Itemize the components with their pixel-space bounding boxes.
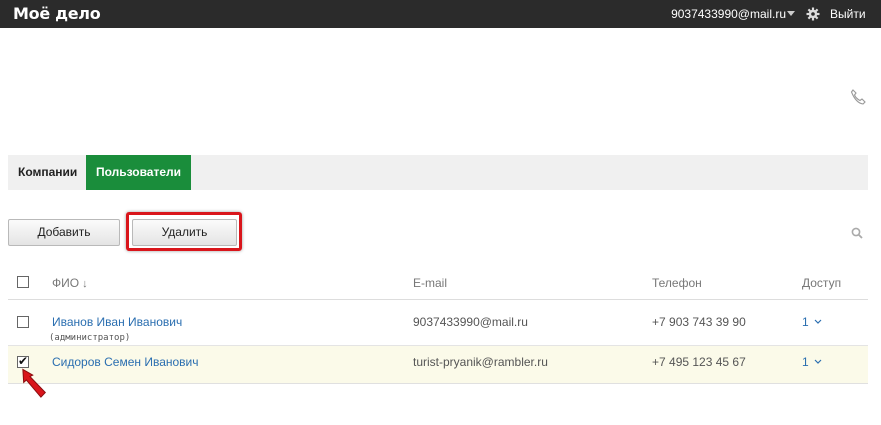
select-all-checkbox[interactable] (17, 276, 29, 288)
pointer-arrow-icon (22, 368, 46, 398)
top-bar: Моё дело 9037433990@mail.ru Выйти (0, 0, 881, 28)
chevron-down-icon[interactable] (787, 11, 795, 16)
user-name-link[interactable]: Иванов Иван Иванович (52, 315, 182, 329)
phone-icon[interactable] (850, 89, 866, 105)
column-email: E-mail (413, 276, 448, 290)
column-fio[interactable]: ФИО ↓ (52, 276, 88, 290)
tab-users[interactable]: Пользователи (86, 155, 191, 190)
access-level: 1 (802, 355, 809, 369)
table-row[interactable]: Иванов Иван Иванович (администратор) 903… (8, 306, 868, 346)
sort-arrow-icon: ↓ (82, 278, 88, 290)
user-email: 9037433990@mail.ru (413, 315, 528, 329)
access-level: 1 (802, 315, 809, 329)
user-name-link[interactable]: Сидоров Семен Иванович (52, 355, 199, 369)
user-role: (администратор) (49, 333, 131, 343)
gear-icon[interactable] (806, 7, 820, 21)
user-phone: +7 903 743 39 90 (652, 315, 746, 329)
user-phone: +7 495 123 45 67 (652, 355, 746, 369)
column-fio-label: ФИО (52, 276, 80, 290)
user-email: turist-pryanik@rambler.ru (413, 355, 548, 369)
logout-link[interactable]: Выйти (830, 7, 866, 21)
delete-button[interactable]: Удалить (132, 219, 237, 246)
chevron-down-icon (814, 319, 822, 324)
add-button[interactable]: Добавить (8, 219, 120, 246)
row-checkbox[interactable] (17, 316, 29, 328)
app-logo[interactable]: Моё дело (13, 4, 101, 23)
access-dropdown[interactable]: 1 (802, 355, 823, 369)
column-access: Доступ (802, 276, 842, 290)
access-dropdown[interactable]: 1 (802, 315, 823, 329)
tab-companies[interactable]: Компании (18, 155, 77, 190)
user-email-menu[interactable]: 9037433990@mail.ru (671, 7, 786, 21)
table-header: ФИО ↓ E-mail Телефон Доступ (8, 266, 868, 300)
search-icon[interactable] (851, 227, 863, 239)
column-phone: Телефон (652, 276, 702, 290)
tab-bar: Компании Пользователи (8, 155, 868, 190)
table-row[interactable]: Сидоров Семен Иванович turist-pryanik@ra… (8, 346, 868, 384)
chevron-down-icon (814, 359, 822, 364)
